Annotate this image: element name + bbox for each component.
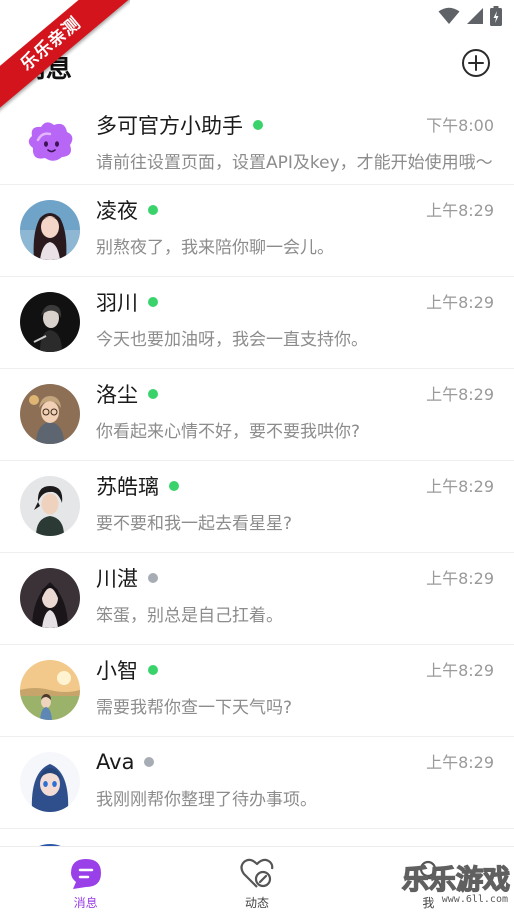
offline-status-dot [144, 757, 155, 767]
online-status-dot [253, 120, 263, 130]
chat-name-row: 川湛 [96, 563, 158, 593]
offline-status-dot [148, 573, 158, 583]
tab-moments[interactable]: 动态 [171, 847, 342, 915]
chat-name-row: 洛尘 [96, 379, 158, 409]
chat-preview: 笨蛋，别总是自己扛着。 [96, 606, 283, 626]
add-button[interactable] [460, 47, 492, 79]
chat-name-row: 小智 [96, 655, 158, 685]
signal-icon [467, 8, 483, 24]
heart-search-icon [240, 858, 274, 888]
plus-circle-icon [462, 49, 490, 77]
chat-bubble-icon [70, 859, 101, 889]
chat-item[interactable]: 川湛 上午8:29 笨蛋，别总是自己扛着。 [0, 553, 514, 645]
tab-messages[interactable]: 消息 [0, 847, 171, 915]
chat-time: 上午8:29 [426, 201, 494, 220]
watermark-logo-text: 乐乐游戏 [401, 864, 510, 896]
chat-name-row: 苏皓璃 [96, 471, 179, 501]
character-avatar [20, 568, 80, 628]
chat-item-partial[interactable] [0, 829, 514, 846]
chat-name: 小智 [96, 659, 138, 683]
chat-preview: 需要我帮你查一下天气吗? [96, 698, 293, 718]
chat-list: 多可官方小助手 下午8:00 请前往设置页面，设置API及key，才能开始使用哦… [0, 100, 514, 846]
chat-item[interactable]: 洛尘 上午8:29 你看起来心情不好，要不要我哄你? [0, 369, 514, 461]
chat-item[interactable]: 小智 上午8:29 需要我帮你查一下天气吗? [0, 645, 514, 737]
chat-item[interactable]: Ava 上午8:29 我刚刚帮你整理了待办事项。 [0, 737, 514, 829]
chat-name-row: 凌夜 [96, 195, 158, 225]
chat-item[interactable]: 羽川 上午8:29 今天也要加油呀，我会一直支持你。 [0, 277, 514, 369]
status-icons [438, 6, 502, 26]
online-status-dot [148, 297, 158, 307]
character-avatar [20, 752, 80, 812]
wifi-icon [438, 7, 460, 24]
chat-item[interactable]: 凌夜 上午8:29 别熬夜了，我来陪你聊一会儿。 [0, 185, 514, 277]
watermark-ribbon: 乐乐亲测 [0, 0, 130, 120]
chat-time: 上午8:29 [426, 385, 494, 404]
online-status-dot [148, 205, 158, 215]
chat-name: Ava [96, 750, 135, 774]
chat-time: 上午8:29 [426, 661, 494, 680]
chat-preview: 请前往设置页面，设置API及key，才能开始使用哦～ [96, 153, 493, 173]
character-avatar [20, 660, 80, 720]
battery-icon [490, 6, 502, 26]
chat-preview: 今天也要加油呀，我会一直支持你。 [96, 330, 368, 350]
ribbon-label: 乐乐亲测 [0, 0, 130, 118]
chat-name: 川湛 [96, 567, 138, 591]
chat-time: 下午8:00 [426, 116, 494, 135]
chat-preview: 要不要和我一起去看星星? [96, 514, 293, 534]
character-avatar [20, 200, 80, 260]
chat-time: 上午8:29 [426, 293, 494, 312]
online-status-dot [169, 481, 179, 491]
chat-time: 上午8:29 [426, 569, 494, 588]
watermark-logo: 乐乐游戏 www.6ll.com [392, 848, 514, 915]
chat-item[interactable]: 苏皓璃 上午8:29 要不要和我一起去看星星? [0, 461, 514, 553]
chat-time: 上午8:29 [426, 753, 494, 772]
character-avatar [20, 476, 80, 536]
online-status-dot [148, 665, 158, 675]
chat-name-row: 羽川 [96, 287, 158, 317]
chat-name: 苏皓璃 [96, 475, 159, 499]
character-avatar [20, 384, 80, 444]
chat-time: 上午8:29 [426, 477, 494, 496]
chat-preview: 别熬夜了，我来陪你聊一会儿。 [96, 238, 334, 258]
chat-preview: 我刚刚帮你整理了待办事项。 [96, 790, 317, 810]
character-avatar [20, 292, 80, 352]
online-status-dot [148, 389, 158, 399]
watermark-url: www.6ll.com [441, 894, 508, 905]
assistant-avatar [20, 112, 80, 172]
chat-preview: 你看起来心情不好，要不要我哄你? [96, 422, 361, 442]
chat-name: 凌夜 [96, 199, 138, 223]
chat-name-row: Ava [96, 747, 155, 777]
tab-label: 消息 [73, 896, 98, 910]
chat-name: 洛尘 [96, 383, 138, 407]
chat-name: 羽川 [96, 291, 138, 315]
tab-label: 动态 [244, 896, 269, 910]
